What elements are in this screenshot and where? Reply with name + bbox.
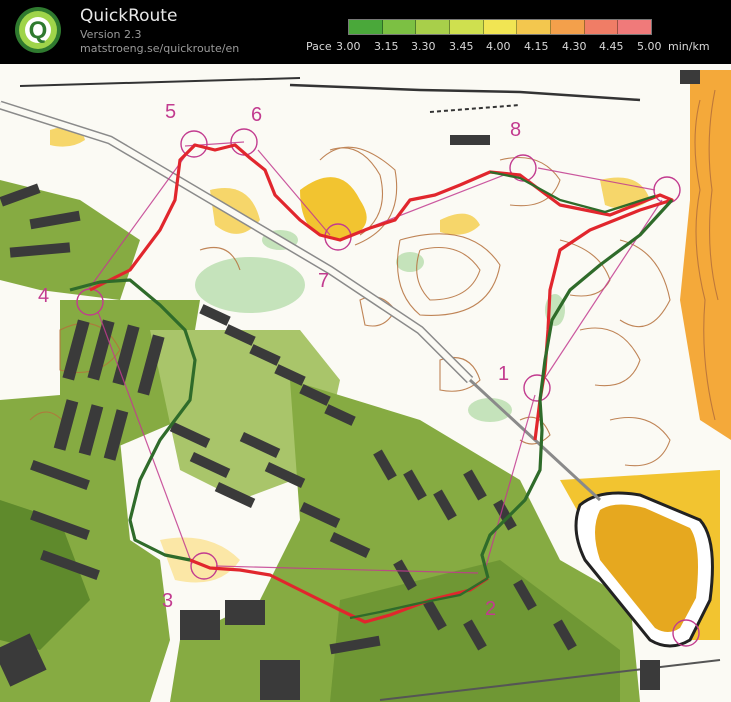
app-title: QuickRoute	[80, 6, 178, 26]
control-number: 3	[162, 590, 173, 612]
control-number: 4	[38, 285, 49, 307]
website-url: matstroeng.se/quickroute/en	[80, 42, 240, 55]
pace-gradient-cell	[517, 20, 552, 34]
control-number: 6	[251, 104, 262, 126]
pace-tick-label: 4.30	[562, 40, 587, 53]
quickroute-logo-icon: Q	[15, 7, 61, 53]
pace-gradient-bar	[348, 19, 652, 35]
pace-label: Pace	[306, 40, 332, 53]
pace-legend: Pace 3.00 3.15 3.30 3.45 4.00 4.15 4.30 …	[300, 14, 730, 60]
pace-tick-label: 4.45	[599, 40, 624, 53]
map-canvas: 1 2 3 4 5 6 7 8	[0, 64, 731, 702]
control-number: 7	[318, 270, 329, 292]
pace-gradient-cell	[382, 20, 417, 34]
version-label: Version 2.3	[80, 28, 142, 41]
pace-tick-label: 3.15	[374, 40, 399, 53]
pace-gradient-cell	[450, 20, 484, 34]
pace-tick-label: 4.00	[486, 40, 511, 53]
pace-gradient-cell	[349, 20, 383, 34]
orienteering-map[interactable]: 1 2 3 4 5 6 7 8	[0, 64, 731, 702]
pace-tick-label: 3.00	[336, 40, 361, 53]
pace-tick-label: 3.30	[411, 40, 436, 53]
control-number: 8	[510, 119, 521, 141]
pace-gradient-cell	[483, 20, 518, 34]
pace-gradient-cell	[551, 20, 585, 34]
pace-gradient-cell	[618, 20, 652, 34]
pace-tick-label: 5.00	[637, 40, 662, 53]
control-number: 5	[165, 101, 176, 123]
svg-text:Q: Q	[29, 17, 48, 44]
pace-unit-label: min/km	[668, 40, 710, 53]
app-header: Q QuickRoute Version 2.3 matstroeng.se/q…	[0, 0, 731, 64]
control-number: 2	[485, 598, 496, 620]
pace-gradient-cell	[416, 20, 451, 34]
pace-gradient-cell	[584, 20, 619, 34]
pace-tick-label: 3.45	[449, 40, 474, 53]
pace-tick-label: 4.15	[524, 40, 549, 53]
control-number: 1	[498, 363, 509, 385]
